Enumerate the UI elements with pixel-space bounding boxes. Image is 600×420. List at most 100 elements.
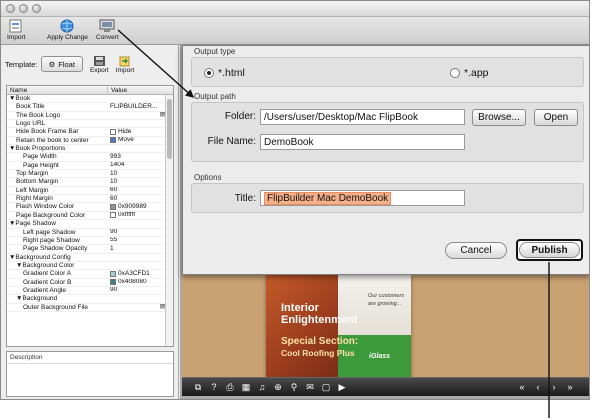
- property-value[interactable]: 60: [108, 187, 166, 194]
- property-row[interactable]: ▼Book: [7, 95, 167, 104]
- property-value[interactable]: [108, 254, 166, 261]
- last-page-icon[interactable]: »: [564, 381, 576, 393]
- property-value[interactable]: Hide: [108, 128, 166, 136]
- column-header-value[interactable]: Value: [108, 86, 166, 94]
- title-input[interactable]: FlipBuilder Mac DemoBook: [260, 190, 465, 206]
- properties-scroll-thumb[interactable]: [167, 99, 172, 159]
- property-row[interactable]: Logo URL: [7, 120, 167, 129]
- search-icon[interactable]: ⚲: [288, 381, 300, 393]
- property-row[interactable]: Gradient Angle 90: [7, 287, 167, 296]
- property-row[interactable]: Book Title FLIPBUILDER...: [7, 103, 167, 112]
- property-row[interactable]: ▼Background: [7, 295, 167, 304]
- property-value[interactable]: [108, 145, 166, 152]
- property-value[interactable]: ▤: [108, 112, 166, 119]
- output-html-radio[interactable]: [204, 68, 214, 78]
- property-row[interactable]: Top Margin 10: [7, 170, 167, 179]
- property-row[interactable]: Page Height 1404: [7, 162, 167, 171]
- zoom-in-icon[interactable]: ⊕: [272, 381, 284, 393]
- color-swatch[interactable]: [110, 212, 116, 219]
- share-icon[interactable]: ▢: [320, 381, 332, 393]
- main-toolbar: Import Apply Change Convert: [1, 17, 589, 45]
- property-row[interactable]: ▼Book Proportions: [7, 145, 167, 154]
- color-swatch[interactable]: [110, 204, 116, 211]
- property-value[interactable]: 0x909989: [108, 203, 166, 211]
- output-html-option[interactable]: *.html: [204, 67, 245, 79]
- fit-icon[interactable]: ⧉: [192, 381, 204, 393]
- color-swatch[interactable]: [110, 270, 116, 277]
- folder-input[interactable]: /Users/user/Desktop/Mac FlipBook: [260, 109, 465, 125]
- print-icon[interactable]: ⎙: [224, 381, 236, 393]
- property-row[interactable]: Flash Window Color 0x909989: [7, 203, 167, 212]
- property-value[interactable]: [108, 295, 166, 302]
- property-row[interactable]: Right Margin 60: [7, 195, 167, 204]
- property-row[interactable]: Retain the book to center Move: [7, 137, 167, 146]
- property-value[interactable]: FLIPBUILDER...: [108, 103, 166, 110]
- property-value[interactable]: 1: [108, 245, 166, 252]
- property-row[interactable]: Left page Shadow 90: [7, 229, 167, 237]
- property-row[interactable]: Left Margin 60: [7, 187, 167, 196]
- close-window-button[interactable]: [6, 4, 15, 13]
- property-value[interactable]: 0xffffff: [108, 212, 166, 219]
- property-value[interactable]: 60: [108, 195, 166, 202]
- publish-button[interactable]: Publish: [516, 239, 583, 261]
- property-row[interactable]: Bottom Margin 10: [7, 178, 167, 187]
- column-header-name[interactable]: Name: [7, 86, 108, 94]
- sound-icon[interactable]: ♫: [256, 381, 268, 393]
- property-value[interactable]: 993: [108, 153, 166, 160]
- property-row[interactable]: Gradient Color B 0x408080: [7, 279, 167, 287]
- property-row[interactable]: Page Shadow Opacity 1: [7, 245, 167, 254]
- minimize-window-button[interactable]: [19, 4, 28, 13]
- convert-button[interactable]: Convert: [96, 19, 119, 41]
- property-value[interactable]: ▤: [108, 304, 166, 311]
- property-value[interactable]: 90: [108, 229, 166, 236]
- previous-page-icon[interactable]: ‹: [532, 381, 544, 393]
- property-value[interactable]: 0x408080: [108, 279, 166, 286]
- export-button[interactable]: Export: [90, 55, 109, 74]
- property-row[interactable]: Page Background Color 0xffffff: [7, 212, 167, 221]
- import-button[interactable]: Import: [7, 19, 25, 41]
- file-name-input[interactable]: DemoBook: [260, 134, 465, 150]
- property-value[interactable]: [108, 120, 166, 127]
- title-input-selection: FlipBuilder Mac DemoBook: [264, 192, 392, 205]
- help-icon[interactable]: ?: [208, 381, 220, 393]
- property-value[interactable]: [108, 95, 166, 102]
- property-value[interactable]: Move: [108, 137, 166, 144]
- template-float-button[interactable]: ⚙ Float: [40, 56, 83, 72]
- property-value[interactable]: 1404: [108, 162, 166, 169]
- property-row[interactable]: Page Width 993: [7, 153, 167, 162]
- property-value[interactable]: 90: [108, 287, 166, 294]
- property-value[interactable]: 55: [108, 237, 166, 244]
- properties-scrollbar[interactable]: [165, 95, 173, 346]
- email-icon[interactable]: ✉: [304, 381, 316, 393]
- color-swatch[interactable]: [110, 279, 116, 286]
- property-row[interactable]: Right page Shadow 55: [7, 237, 167, 246]
- property-row[interactable]: Hide Book Frame Bar Hide: [7, 128, 167, 137]
- zoom-window-button[interactable]: [32, 4, 41, 13]
- property-value[interactable]: 10: [108, 170, 166, 177]
- property-row[interactable]: ▼Page Shadow: [7, 220, 167, 229]
- flipbook-pages[interactable]: Interior Enlightenment Special Section: …: [266, 275, 411, 379]
- property-row[interactable]: Outer Background File ▤: [7, 304, 167, 312]
- cancel-button[interactable]: Cancel: [445, 242, 507, 259]
- output-app-radio[interactable]: [450, 68, 460, 78]
- property-value[interactable]: 10: [108, 178, 166, 185]
- property-checkbox[interactable]: [110, 137, 116, 144]
- property-value[interactable]: 0xA3CFD1: [108, 270, 166, 277]
- property-row[interactable]: ▼Background Config: [7, 254, 167, 262]
- apply-change-button[interactable]: Apply Change: [47, 19, 88, 41]
- import-template-button[interactable]: Import: [116, 55, 134, 74]
- thumbnails-icon[interactable]: ▦: [240, 381, 252, 393]
- export-label: Export: [89, 66, 109, 74]
- next-page-icon[interactable]: ›: [548, 381, 560, 393]
- play-icon[interactable]: ▶: [336, 381, 348, 393]
- browse-button[interactable]: Browse...: [472, 109, 526, 126]
- property-row[interactable]: ▼Background Color: [7, 262, 167, 271]
- property-value[interactable]: [108, 220, 166, 227]
- property-row[interactable]: Gradient Color A 0xA3CFD1: [7, 270, 167, 279]
- output-app-option[interactable]: *.app: [450, 67, 489, 79]
- property-value[interactable]: [108, 262, 166, 269]
- property-checkbox[interactable]: [110, 129, 116, 136]
- first-page-icon[interactable]: «: [516, 381, 528, 393]
- open-button[interactable]: Open: [534, 109, 578, 126]
- property-row[interactable]: The Book Logo ▤: [7, 112, 167, 121]
